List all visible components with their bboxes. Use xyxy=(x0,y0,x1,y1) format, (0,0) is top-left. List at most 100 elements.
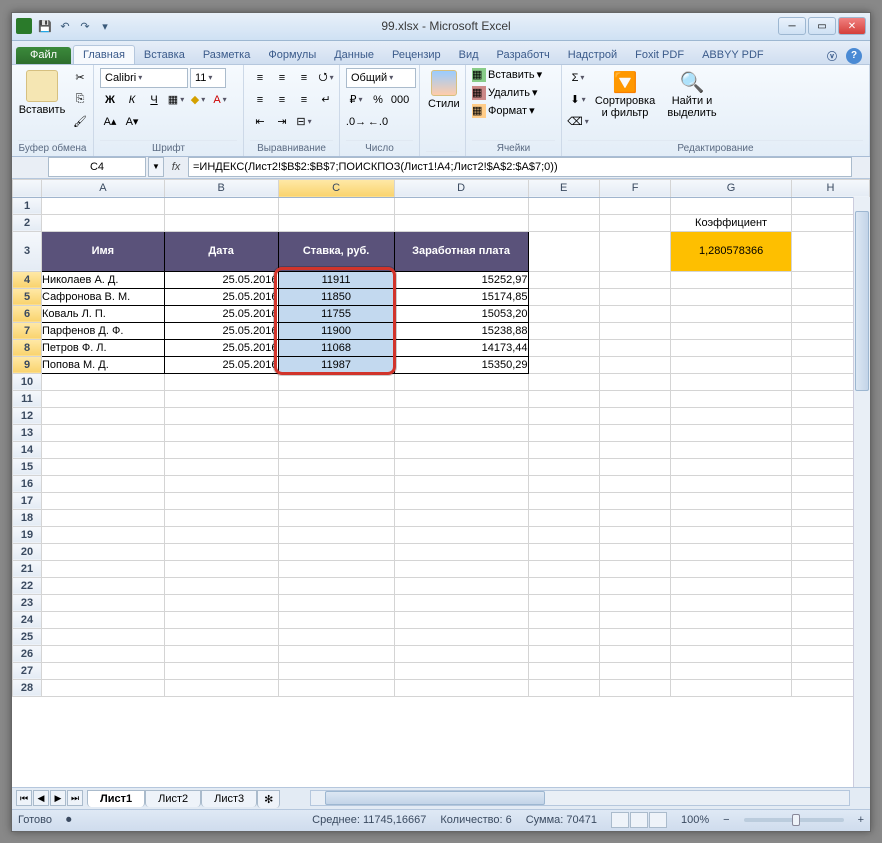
cell-B9[interactable]: 25.05.2016 xyxy=(164,356,278,373)
cell-E2[interactable] xyxy=(528,214,599,231)
cell-C7[interactable]: 11900 xyxy=(278,322,394,339)
cell-G9[interactable] xyxy=(671,356,792,373)
cell-B7[interactable]: 25.05.2016 xyxy=(164,322,278,339)
cell-A15[interactable] xyxy=(42,458,165,475)
cell-D13[interactable] xyxy=(394,424,528,441)
autosum-button[interactable]: Σ xyxy=(568,68,588,88)
cell-F6[interactable] xyxy=(599,305,670,322)
cell-C2[interactable] xyxy=(278,214,394,231)
cell-E24[interactable] xyxy=(528,611,599,628)
cell-D21[interactable] xyxy=(394,560,528,577)
cell-F28[interactable] xyxy=(599,679,670,696)
cell-C27[interactable] xyxy=(278,662,394,679)
cell-C14[interactable] xyxy=(278,441,394,458)
cell-B13[interactable] xyxy=(164,424,278,441)
view-layout-icon[interactable] xyxy=(630,812,648,828)
zoom-in-button[interactable]: + xyxy=(858,814,864,826)
cell-A6[interactable]: Коваль Л. П. xyxy=(42,305,165,322)
row-header-28[interactable]: 28 xyxy=(13,679,42,696)
cell-F22[interactable] xyxy=(599,577,670,594)
row-header-24[interactable]: 24 xyxy=(13,611,42,628)
qat-more-icon[interactable]: ▾ xyxy=(96,17,114,35)
row-header-27[interactable]: 27 xyxy=(13,662,42,679)
cell-G22[interactable] xyxy=(671,577,792,594)
row-header-16[interactable]: 16 xyxy=(13,475,42,492)
col-header-B[interactable]: B xyxy=(164,179,278,197)
tab-foxit[interactable]: Foxit PDF xyxy=(626,46,693,64)
cell-D10[interactable] xyxy=(394,373,528,390)
col-header-A[interactable]: A xyxy=(42,179,165,197)
vertical-scrollbar[interactable] xyxy=(853,197,870,787)
cell-C5[interactable]: 11850 xyxy=(278,288,394,305)
cell-D14[interactable] xyxy=(394,441,528,458)
cell-A20[interactable] xyxy=(42,543,165,560)
align-top-icon[interactable]: ≡ xyxy=(250,68,270,88)
horizontal-scrollbar[interactable] xyxy=(310,790,850,806)
zoom-level[interactable]: 100% xyxy=(681,814,709,826)
cell-C15[interactable] xyxy=(278,458,394,475)
cell-F18[interactable] xyxy=(599,509,670,526)
comma-icon[interactable]: 000 xyxy=(390,90,410,110)
cell-D19[interactable] xyxy=(394,526,528,543)
zoom-slider[interactable] xyxy=(744,818,844,822)
redo-icon[interactable]: ↷ xyxy=(76,17,94,35)
cell-A18[interactable] xyxy=(42,509,165,526)
close-button[interactable]: ✕ xyxy=(838,17,866,35)
view-break-icon[interactable] xyxy=(649,812,667,828)
find-select-button[interactable]: 🔍 Найти и выделить xyxy=(662,68,722,121)
cell-C26[interactable] xyxy=(278,645,394,662)
cell-A5[interactable]: Сафронова В. М. xyxy=(42,288,165,305)
cell-E26[interactable] xyxy=(528,645,599,662)
cell-F3[interactable] xyxy=(599,231,670,271)
row-header-11[interactable]: 11 xyxy=(13,390,42,407)
cell-D17[interactable] xyxy=(394,492,528,509)
cell-D16[interactable] xyxy=(394,475,528,492)
cell-A26[interactable] xyxy=(42,645,165,662)
cell-E22[interactable] xyxy=(528,577,599,594)
increase-font-icon[interactable]: A▴ xyxy=(100,112,120,132)
cell-A9[interactable]: Попова М. Д. xyxy=(42,356,165,373)
row-header-3[interactable]: 3 xyxy=(13,231,42,271)
cell-A24[interactable] xyxy=(42,611,165,628)
cell-G2[interactable]: Коэффициент xyxy=(671,214,792,231)
tab-nav-next-icon[interactable]: ▶ xyxy=(50,790,66,806)
cell-G23[interactable] xyxy=(671,594,792,611)
cell-D24[interactable] xyxy=(394,611,528,628)
cell-B15[interactable] xyxy=(164,458,278,475)
fill-button[interactable]: ⬇ xyxy=(568,90,588,110)
cell-C13[interactable] xyxy=(278,424,394,441)
cell-C6[interactable]: 11755 xyxy=(278,305,394,322)
row-header-2[interactable]: 2 xyxy=(13,214,42,231)
cell-G10[interactable] xyxy=(671,373,792,390)
cell-D7[interactable]: 15238,88 xyxy=(394,322,528,339)
cell-F10[interactable] xyxy=(599,373,670,390)
cell-B14[interactable] xyxy=(164,441,278,458)
cell-A3[interactable]: Имя xyxy=(42,231,165,271)
increase-indent-icon[interactable]: ⇥ xyxy=(272,112,292,132)
cell-A23[interactable] xyxy=(42,594,165,611)
tab-developer[interactable]: Разработч xyxy=(488,46,559,64)
cell-C22[interactable] xyxy=(278,577,394,594)
row-header-13[interactable]: 13 xyxy=(13,424,42,441)
cell-D15[interactable] xyxy=(394,458,528,475)
number-format-combo[interactable]: Общий xyxy=(346,68,416,88)
cell-D20[interactable] xyxy=(394,543,528,560)
currency-icon[interactable]: ₽ xyxy=(346,90,366,110)
cell-B26[interactable] xyxy=(164,645,278,662)
cell-G24[interactable] xyxy=(671,611,792,628)
row-header-4[interactable]: 4 xyxy=(13,271,42,288)
row-header-20[interactable]: 20 xyxy=(13,543,42,560)
orientation-icon[interactable]: ⭯ xyxy=(316,68,336,88)
cell-G6[interactable] xyxy=(671,305,792,322)
wrap-text-icon[interactable]: ↵ xyxy=(316,90,336,110)
cell-G28[interactable] xyxy=(671,679,792,696)
cell-D27[interactable] xyxy=(394,662,528,679)
cell-E28[interactable] xyxy=(528,679,599,696)
font-name-combo[interactable]: Calibri xyxy=(100,68,188,88)
grid[interactable]: ABCDEFGH12Коэффициент3ИмяДатаСтавка, руб… xyxy=(12,179,870,787)
cell-B20[interactable] xyxy=(164,543,278,560)
cell-A7[interactable]: Парфенов Д. Ф. xyxy=(42,322,165,339)
cell-A11[interactable] xyxy=(42,390,165,407)
font-color-button[interactable]: A xyxy=(210,90,230,110)
tab-abbyy[interactable]: ABBYY PDF xyxy=(693,46,773,64)
